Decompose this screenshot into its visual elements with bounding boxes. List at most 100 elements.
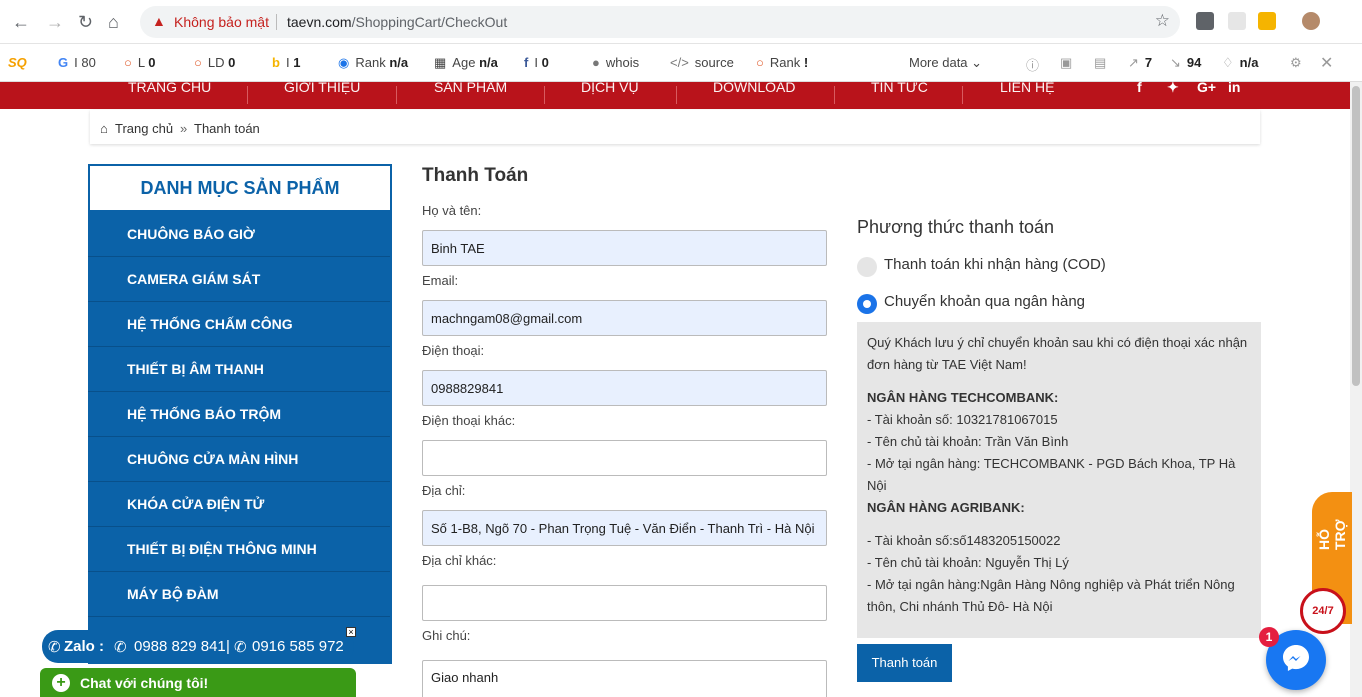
category-item[interactable]: THIẾT BỊ ĐIỆN THÔNG MINH <box>88 527 390 572</box>
seo-rank-label: Rank <box>355 55 386 70</box>
category-item[interactable]: CAMERA GIÁM SÁT <box>88 257 390 302</box>
support-label: HỖ TRỢ <box>1316 519 1348 550</box>
circle-icon: ○ <box>756 55 764 70</box>
address-field[interactable] <box>422 510 827 546</box>
support-247-badge[interactable]: 24/7 <box>1300 588 1346 634</box>
bank-info-panel: Quý Khách lưu ý chỉ chuyển khoản sau khi… <box>857 322 1261 638</box>
url-text[interactable]: taevn.com/ShoppingCart/CheckOut <box>287 14 507 30</box>
seo-rank2[interactable]: ○ Rank ! <box>756 55 808 70</box>
note-field[interactable]: Giao nhanh <box>422 660 827 697</box>
forward-icon[interactable]: → <box>46 12 64 32</box>
seoquake-extension-icon[interactable] <box>1258 12 1276 30</box>
seo-diamond[interactable]: ♢ n/a <box>1222 55 1258 71</box>
menu-item-products[interactable]: SẢN PHẨM <box>434 79 507 95</box>
seo-age[interactable]: ▦ Age n/a <box>434 55 498 71</box>
extension-icon[interactable] <box>1196 12 1214 30</box>
seo-google-value: 80 <box>81 55 96 70</box>
bank1-owner: - Tên chủ tài khoản: Trần Văn Bình <box>867 434 1069 449</box>
messenger-icon <box>1283 645 1309 671</box>
category-label: THIẾT BỊ ĐIỆN THÔNG MINH <box>127 541 317 557</box>
sidebar-title: DANH MỤC SẢN PHẨM <box>140 178 340 198</box>
code-icon: </> <box>670 55 689 70</box>
seo-rank-value: n/a <box>389 55 409 70</box>
bank-transfer-option-label[interactable]: Chuyển khoản qua ngân hàng <box>884 293 1085 310</box>
category-item[interactable]: KHÓA CỬA ĐIỆN TỬ <box>88 482 390 527</box>
seo-links[interactable]: ○ L 0 <box>124 55 155 70</box>
back-icon[interactable]: ← <box>12 12 30 32</box>
seo-bing[interactable]: bI 1 <box>272 55 300 70</box>
external-link-icon: ↗ <box>1128 55 1139 70</box>
bank-transfer-radio[interactable] <box>857 294 877 314</box>
zalo-phone-2[interactable]: 0916 585 972 <box>252 638 344 655</box>
address-label: Địa chỉ: <box>422 483 466 498</box>
document-icon[interactable]: ▤ <box>1094 55 1106 71</box>
cod-option-label[interactable]: Thanh toán khi nhận hàng (COD) <box>884 256 1106 273</box>
scrollbar-thumb[interactable] <box>1352 86 1360 386</box>
category-item[interactable]: HỆ THỐNG CHẤM CÔNG <box>88 302 390 347</box>
menu-item-news[interactable]: TIN TỨC <box>871 79 928 95</box>
menu-item-contact[interactable]: LIÊN HỆ <box>1000 79 1054 95</box>
menu-item-download[interactable]: DOWNLOAD <box>713 79 795 95</box>
seo-facebook[interactable]: fI 0 <box>524 55 549 70</box>
seoquake-logo-icon[interactable]: SQ <box>8 55 27 70</box>
seo-age-value: n/a <box>479 55 498 70</box>
home-icon[interactable]: ⌂ <box>108 12 119 32</box>
internal-link-icon: ↘ <box>1170 55 1181 70</box>
email-field[interactable] <box>422 300 827 336</box>
zalo-contact-bar[interactable]: ✆ Zalo : ✆ 0988 829 841 | ✆ 0916 585 972 <box>42 630 354 663</box>
seo-more-data[interactable]: More data ⌄ <box>909 55 982 71</box>
category-item[interactable]: THIẾT BỊ ÂM THANH <box>88 347 390 392</box>
sidebar-header: DANH MỤC SẢN PHẨM <box>88 164 392 212</box>
category-item[interactable]: CHUÔNG CỬA MÀN HÌNH <box>88 437 390 482</box>
category-label: KHÓA CỬA ĐIỆN TỬ <box>127 496 265 512</box>
seo-whois[interactable]: ● whois <box>592 55 639 70</box>
cod-radio[interactable] <box>857 257 877 277</box>
browser-toolbar: ← → ↻ ⌂ ▲ Không bảo mật taevn.com/Shoppi… <box>0 0 1362 44</box>
screen-icon[interactable]: ▣ <box>1060 55 1072 71</box>
info-icon[interactable]: ⓘ <box>1026 55 1039 74</box>
security-warning[interactable]: Không bảo mật <box>174 14 269 30</box>
breadcrumb-home-link[interactable]: Trang chủ <box>115 121 173 136</box>
menu-item-services[interactable]: DỊCH VỤ <box>581 79 639 95</box>
page-title: Thanh Toán <box>422 165 529 186</box>
phone-field[interactable] <box>422 370 827 406</box>
menu-item-home[interactable]: TRANG CHỦ <box>128 79 211 95</box>
close-icon[interactable]: × <box>346 627 356 637</box>
phone2-field[interactable] <box>422 440 827 476</box>
twitter-icon[interactable]: ✦ <box>1167 79 1179 96</box>
shield-extension-icon[interactable] <box>1228 12 1246 30</box>
checkout-button[interactable]: Thanh toán <box>857 644 952 682</box>
seo-google-index[interactable]: GI 80 <box>58 55 96 70</box>
seo-source[interactable]: </> source <box>670 55 734 70</box>
close-icon[interactable]: ✕ <box>1320 53 1333 73</box>
google-plus-icon[interactable]: G+ <box>1197 79 1216 95</box>
menu-divider <box>396 86 397 104</box>
facebook-icon[interactable]: f <box>1137 79 1142 95</box>
name-field[interactable] <box>422 230 827 266</box>
chat-widget-bar[interactable]: + Chat với chúng tôi! <box>40 668 356 697</box>
url-path: /ShoppingCart/CheckOut <box>351 14 508 30</box>
seo-external-links[interactable]: ↗ 7 <box>1128 55 1152 71</box>
seo-internal-links[interactable]: ↘ 94 <box>1170 55 1201 71</box>
profile-avatar[interactable] <box>1302 12 1320 30</box>
bookmark-star-icon[interactable]: ☆ <box>1155 11 1170 31</box>
category-item[interactable]: HỆ THỐNG BÁO TRỘM <box>88 392 390 437</box>
linkedin-icon[interactable]: in <box>1228 79 1240 95</box>
email-label: Email: <box>422 273 459 288</box>
address-bar[interactable]: ▲ Không bảo mật taevn.com/ShoppingCart/C… <box>140 6 1180 38</box>
menu-item-about[interactable]: GIỚI THIỆU <box>284 79 360 95</box>
omnibox-divider <box>276 14 277 30</box>
notification-badge: 1 <box>1259 627 1279 647</box>
gear-icon[interactable]: ⚙ <box>1290 55 1302 71</box>
category-sidebar: DANH MỤC SẢN PHẨM CHUÔNG BÁO GIỜ CAMERA … <box>88 164 392 664</box>
category-item[interactable]: MÁY BỘ ĐÀM <box>88 572 390 617</box>
reload-icon[interactable]: ↻ <box>78 12 93 32</box>
seo-rank[interactable]: ◉ Rank n/a <box>338 55 408 71</box>
seo-ext-links-value: 7 <box>1144 55 1153 70</box>
address2-field[interactable] <box>422 585 827 621</box>
seo-ld[interactable]: ○ LD 0 <box>194 55 235 70</box>
circle-icon: ○ <box>124 55 132 70</box>
bank1-branch: Nội <box>867 478 887 493</box>
zalo-phone-1[interactable]: 0988 829 841 <box>134 638 226 655</box>
category-item[interactable]: CHUÔNG BÁO GIỜ <box>88 212 390 257</box>
